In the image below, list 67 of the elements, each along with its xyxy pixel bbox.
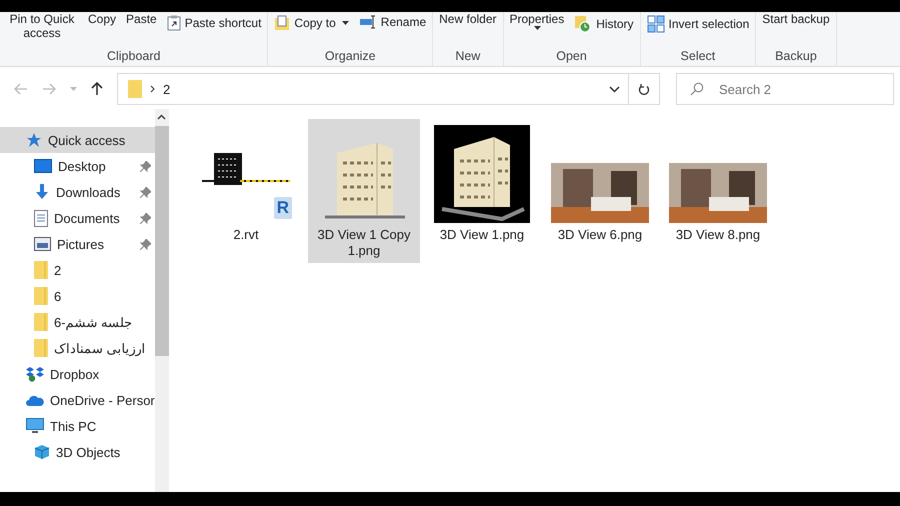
nav-item[interactable]: ارزیابی سمناداک xyxy=(0,335,155,361)
ribbon-group-label: New xyxy=(454,49,482,65)
ribbon-button[interactable]: Start backup xyxy=(762,12,830,26)
caret-icon xyxy=(342,21,349,25)
file-item[interactable]: R 2.rvt xyxy=(190,119,302,247)
document-icon xyxy=(34,210,48,226)
pictures-icon xyxy=(34,237,51,251)
desktop-icon xyxy=(34,159,52,173)
nav-item[interactable]: This PC xyxy=(0,413,155,439)
up-arrow-icon[interactable] xyxy=(91,82,103,96)
folder-copy-icon xyxy=(274,15,290,31)
monitor-icon xyxy=(26,418,44,434)
caret-icon xyxy=(534,26,542,30)
file-type-badge: R xyxy=(274,197,292,219)
file-item[interactable]: 3D View 1 Copy 1.png xyxy=(308,119,420,263)
scroll-up-icon[interactable] xyxy=(157,114,166,120)
download-icon xyxy=(34,184,50,200)
search-icon xyxy=(690,82,704,96)
history-icon xyxy=(574,15,592,33)
file-item[interactable]: 3D View 8.png xyxy=(662,119,774,247)
ribbon-group-label: Open xyxy=(555,49,588,65)
invert-selection-icon xyxy=(646,15,665,33)
chevron-icon xyxy=(150,85,155,93)
ribbon-button[interactable]: Copy to xyxy=(274,15,349,31)
clipboard-icon xyxy=(166,15,181,31)
nav-item[interactable]: Pictures xyxy=(0,231,155,257)
nav-item[interactable]: 3D Objects xyxy=(0,439,155,465)
folder-icon xyxy=(34,339,48,357)
nav-item[interactable]: Documents xyxy=(0,205,155,231)
folder-icon xyxy=(34,287,48,305)
ribbon-button[interactable]: History xyxy=(574,15,634,33)
nav-item[interactable]: 2 xyxy=(0,257,155,283)
ribbon-button[interactable]: New folder xyxy=(439,12,496,26)
nav-item[interactable]: 6 xyxy=(0,283,155,309)
rename-icon xyxy=(358,15,377,29)
ribbon-group-label: Select xyxy=(680,49,716,65)
nav-item[interactable]: جلسه ششم-6 xyxy=(0,309,155,335)
search-field[interactable]: Search 2 xyxy=(676,73,894,105)
ribbon-button[interactable]: Paste shortcut xyxy=(166,15,262,31)
nav-item[interactable]: Downloads xyxy=(0,179,155,205)
nav-item[interactable]: Desktop xyxy=(0,153,155,179)
ribbon-group-label: Backup xyxy=(774,49,818,65)
star-icon xyxy=(26,132,42,148)
ribbon-button[interactable]: Copy xyxy=(88,12,116,26)
nav-item[interactable]: OneDrive - Persor xyxy=(0,387,155,413)
ribbon-button[interactable]: Properties xyxy=(510,12,564,30)
cloud-icon xyxy=(26,394,44,406)
ribbon-button[interactable]: Pin to Quick access xyxy=(6,12,78,40)
file-item[interactable]: 3D View 1.png xyxy=(426,119,538,247)
refresh-icon[interactable] xyxy=(638,82,650,96)
ribbon-button[interactable]: Rename xyxy=(358,15,426,29)
ribbon-group-label: Clipboard xyxy=(106,49,162,65)
path-segment[interactable]: 2 xyxy=(163,82,170,96)
folder-icon xyxy=(34,313,48,331)
file-item[interactable]: 3D View 6.png xyxy=(544,119,656,247)
nav-item[interactable]: Dropbox xyxy=(0,361,155,387)
scrollbar[interactable] xyxy=(154,109,169,492)
folder-icon xyxy=(128,80,142,98)
ribbon-group-label: Organize xyxy=(324,49,377,65)
nav-item[interactable]: Quick access xyxy=(0,127,155,153)
dropbox-icon xyxy=(26,366,44,382)
dropdown-caret-icon[interactable] xyxy=(609,86,620,92)
address-bar[interactable]: 2 xyxy=(117,73,660,105)
ribbon-button[interactable]: Invert selection xyxy=(646,15,750,33)
folder-icon xyxy=(34,261,48,279)
cube-icon xyxy=(34,444,50,460)
ribbon-button[interactable]: Paste xyxy=(126,12,157,26)
